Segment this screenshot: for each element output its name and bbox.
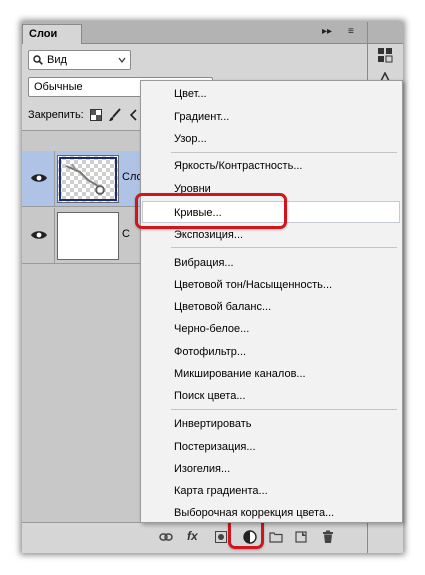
trash-icon[interactable]: [322, 530, 334, 544]
brush-icon[interactable]: [108, 108, 122, 122]
menu-item-pattern[interactable]: Узор...: [174, 133, 207, 145]
row-divider: [54, 151, 55, 207]
lock-row: Закрепить:: [28, 105, 138, 125]
row-divider: [54, 208, 55, 264]
menu-item-channel-mixer[interactable]: Микширование каналов...: [174, 368, 306, 380]
layer-filter-select[interactable]: Вид: [28, 50, 131, 70]
lock-label: Закрепить:: [28, 109, 84, 121]
folder-icon[interactable]: [269, 531, 283, 543]
panel-bottom-bar: fx: [22, 522, 367, 553]
menu-item-color-balance[interactable]: Цветовой баланс...: [174, 301, 271, 313]
filter-kind-label: Вид: [47, 54, 67, 66]
menu-item-black-white[interactable]: Черно-белое...: [174, 323, 249, 335]
properties-panel-icon[interactable]: [376, 46, 394, 64]
menu-item-gradient-map[interactable]: Карта градиента...: [174, 485, 268, 497]
search-icon: [33, 55, 43, 65]
visibility-eye-icon[interactable]: [30, 228, 48, 242]
layer-thumbnail[interactable]: [57, 212, 119, 260]
link-layers-icon[interactable]: [159, 532, 173, 542]
layer-style-fx-button[interactable]: fx: [187, 529, 198, 543]
menu-item-color-lookup[interactable]: Поиск цвета...: [174, 390, 246, 402]
layer-thumbnail-art: [65, 163, 105, 195]
menu-item-vibrance[interactable]: Вибрация...: [174, 257, 234, 269]
collapse-panels-button[interactable]: ▸▸: [322, 26, 332, 37]
panel-menu-button[interactable]: ≡: [348, 26, 354, 37]
menu-separator: [171, 409, 397, 410]
menu-item-photo-filter[interactable]: Фотофильтр...: [174, 346, 246, 358]
menu-item-brightness-contrast[interactable]: Яркость/Контрастность...: [174, 160, 302, 172]
new-layer-icon[interactable]: [295, 531, 307, 543]
menu-item-selective-color[interactable]: Выборочная коррекция цвета...: [174, 507, 334, 519]
panel-tabbar: Слои ▸▸ ≡: [22, 22, 367, 44]
chevron-down-icon: [118, 57, 126, 63]
menu-item-hue-saturation[interactable]: Цветовой тон/Насыщенность...: [174, 279, 332, 291]
layer-thumbnail[interactable]: [57, 155, 119, 203]
visibility-eye-icon[interactable]: [30, 171, 48, 185]
side-strip-header: [368, 22, 403, 44]
tab-layers[interactable]: Слои: [22, 24, 82, 44]
lock-transparent-pixels-icon[interactable]: [89, 109, 102, 121]
menu-item-solid-color[interactable]: Цвет...: [174, 88, 207, 100]
layer-name: С: [122, 228, 130, 240]
menu-item-posterize[interactable]: Постеризация...: [174, 441, 256, 453]
curves-item-highlight: [135, 193, 287, 229]
menu-item-threshold[interactable]: Изогелия...: [174, 463, 230, 475]
adjustment-layer-menu: Цвет... Градиент... Узор... Яркость/Конт…: [140, 80, 403, 523]
menu-separator: [171, 152, 397, 153]
menu-separator: [171, 247, 397, 248]
menu-item-gradient[interactable]: Градиент...: [174, 111, 229, 123]
move-lock-icon[interactable]: [128, 108, 138, 122]
add-mask-icon[interactable]: [215, 531, 227, 543]
menu-item-invert[interactable]: Инвертировать: [174, 418, 251, 430]
menu-item-exposure[interactable]: Экспозиция...: [174, 229, 243, 241]
